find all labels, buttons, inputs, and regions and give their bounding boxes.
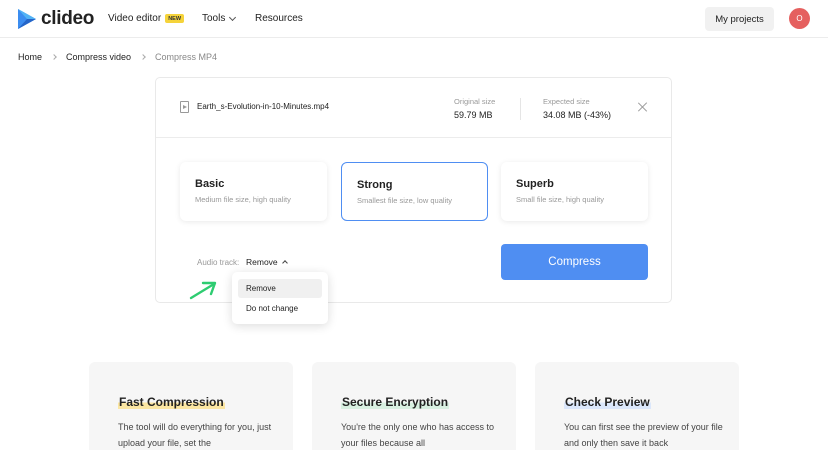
video-file-icon [180,101,189,113]
original-size-label: Original size [454,97,496,106]
chevron-down-icon [229,13,237,21]
breadcrumb: Home Compress video Compress MP4 [18,52,217,62]
divider [520,98,521,120]
dropdown-option-remove[interactable]: Remove [238,279,322,298]
logo-text: clideo [41,8,95,29]
annotation-arrow-icon [189,281,217,300]
nav-video-editor[interactable]: Video editor NEW [108,13,185,24]
feature-card-fast-compression: Fast Compression The tool will do everyt… [89,362,293,450]
option-strong[interactable]: Strong Smallest file size, low quality [341,162,488,221]
feature-text: You can first see the preview of your fi… [564,422,723,448]
option-title: Superb [516,178,554,190]
audio-track-select[interactable]: Remove [246,257,288,267]
new-badge: NEW [165,14,185,23]
option-basic[interactable]: Basic Medium file size, high quality [180,162,327,221]
feature-title: Fast Compression [118,395,225,409]
compress-panel: Earth_s-Evolution-in-10-Minutes.mp4 Orig… [155,77,672,303]
nav-tools-label: Tools [202,13,226,24]
close-icon[interactable] [637,101,649,113]
top-header: clideo Video editor NEW Tools Resources … [0,0,828,38]
feature-title: Secure Encryption [341,395,450,409]
expected-size-label: Expected size [543,97,590,106]
logo[interactable]: clideo [17,8,94,30]
chevron-up-icon [281,260,288,266]
nav-resources[interactable]: Resources [255,13,303,24]
nav-video-editor-label: Video editor [108,13,162,24]
option-title: Strong [357,179,393,191]
nav-tools[interactable]: Tools [202,13,237,24]
audio-track-value: Remove [246,257,278,267]
option-subtitle: Medium file size, high quality [195,195,291,204]
breadcrumb-home[interactable]: Home [18,52,42,62]
expected-size-value: 34.08 MB (-43%) [543,110,612,120]
audio-track-label: Audio track: [197,258,240,267]
avatar[interactable]: O [789,8,810,29]
feature-text: You're the only one who has access to yo… [341,422,494,448]
audio-track-dropdown: Remove Do not change [232,272,328,324]
chevron-right-icon [140,54,146,60]
file-info-row: Earth_s-Evolution-in-10-Minutes.mp4 Orig… [156,78,671,138]
option-title: Basic [195,178,225,190]
original-size-value: 59.79 MB [454,110,493,120]
option-subtitle: Small file size, high quality [516,195,604,204]
option-superb[interactable]: Superb Small file size, high quality [501,162,648,221]
my-projects-button[interactable]: My projects [705,7,774,31]
feature-title: Check Preview [564,395,651,409]
compress-button[interactable]: Compress [501,244,648,280]
feature-card-secure-encryption: Secure Encryption You're the only one wh… [312,362,516,450]
breadcrumb-compress-video[interactable]: Compress video [66,52,131,62]
feature-text: The tool will do everything for you, jus… [118,422,272,448]
breadcrumb-compress-mp4: Compress MP4 [155,52,218,62]
clideo-logo-icon [18,9,36,29]
option-subtitle: Smallest file size, low quality [357,196,453,205]
feature-card-check-preview: Check Preview You can first see the prev… [535,362,739,450]
dropdown-option-do-not-change[interactable]: Do not change [238,299,322,318]
chevron-right-icon [51,54,57,60]
file-name: Earth_s-Evolution-in-10-Minutes.mp4 [197,102,330,111]
